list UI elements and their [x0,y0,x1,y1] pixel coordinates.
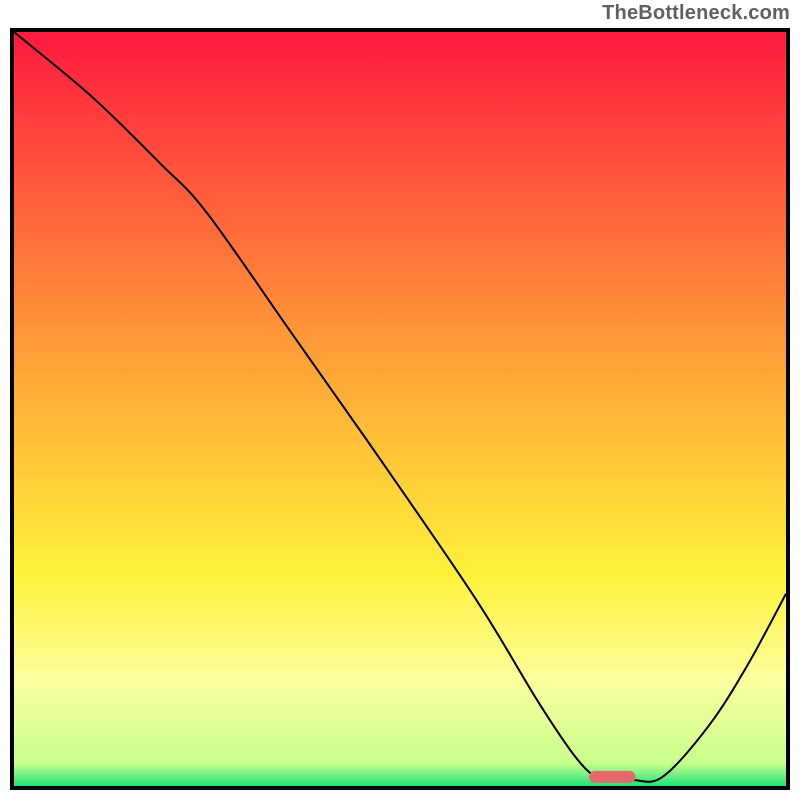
bottleneck-chart [14,32,786,786]
watermark-text: TheBottleneck.com [602,2,790,25]
chart-background [14,32,786,786]
chart-frame [10,28,790,790]
optimal-marker [589,771,635,783]
